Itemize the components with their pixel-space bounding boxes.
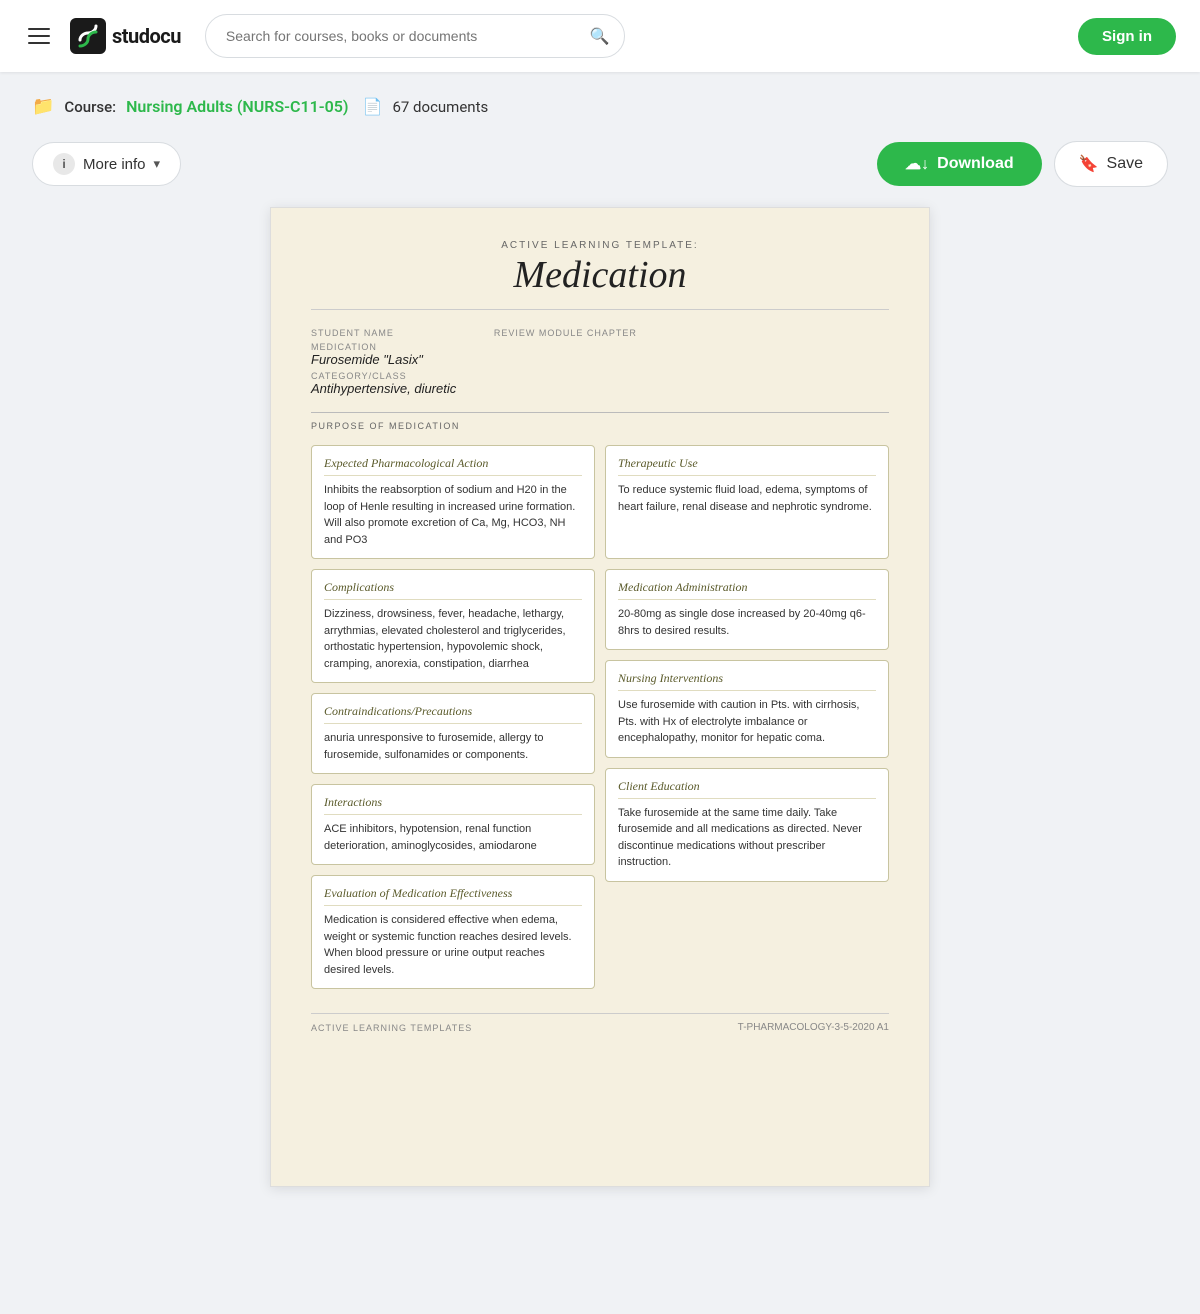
complications-card: Complications Dizziness, drowsiness, fev… (311, 569, 595, 683)
administration-card-content: 20-80mg as single dose increased by 20-4… (618, 606, 876, 639)
interactions-card-content: ACE inhibitors, hypotension, renal funct… (324, 821, 582, 854)
breadcrumb: 📁 Course: Nursing Adults (NURS-C11-05) 📄… (0, 72, 1200, 129)
administration-card: Medication Administration 20-80mg as sin… (605, 569, 889, 650)
folder-icon: 📁 (32, 96, 54, 117)
course-link[interactable]: Nursing Adults (NURS-C11-05) (126, 97, 348, 116)
client-education-card: Client Education Take furosemide at the … (605, 768, 889, 882)
pharmacological-card: Expected Pharmacological Action Inhibits… (311, 445, 595, 559)
save-button[interactable]: 🔖 Save (1054, 141, 1168, 187)
logo-link[interactable]: studocu (70, 18, 181, 54)
download-label: Download (937, 155, 1013, 173)
evaluation-card-title: Evaluation of Medication Effectiveness (324, 886, 582, 906)
site-header: studocu 🔍 Sign in (0, 0, 1200, 72)
footer-label: ACTIVE LEARNING TEMPLATES (311, 1023, 472, 1033)
client-education-card-title: Client Education (618, 779, 876, 799)
therapeutic-card: Therapeutic Use To reduce systemic fluid… (605, 445, 889, 559)
right-action-group: ☁↓ Download 🔖 Save (877, 141, 1168, 187)
download-button[interactable]: ☁↓ Download (877, 142, 1041, 186)
category-value: Antihypertensive, diuretic (311, 381, 456, 396)
bookmark-icon: 🔖 (1079, 154, 1099, 174)
nursing-interventions-card: Nursing Interventions Use furosemide wit… (605, 660, 889, 758)
pharmacological-card-title: Expected Pharmacological Action (324, 456, 582, 476)
review-module-label: REVIEW MODULE CHAPTER (494, 328, 637, 338)
client-education-card-content: Take furosemide at the same time daily. … (618, 805, 876, 871)
medication-label: MEDICATION (311, 342, 423, 352)
document-count: 67 documents (392, 98, 488, 116)
right-column: Medication Administration 20-80mg as sin… (605, 569, 889, 989)
download-icon: ☁↓ (905, 154, 929, 174)
breadcrumb-prefix: Course: (64, 98, 116, 116)
complications-card-content: Dizziness, drowsiness, fever, headache, … (324, 606, 582, 672)
category-label: CATEGORY/CLASS (311, 371, 456, 381)
evaluation-card: Evaluation of Medication Effectiveness M… (311, 875, 595, 989)
search-bar-container: 🔍 (205, 14, 626, 58)
purpose-grid: Expected Pharmacological Action Inhibits… (311, 445, 889, 559)
studocu-logo-icon (70, 18, 106, 54)
interactions-card-title: Interactions (324, 795, 582, 815)
more-info-label: More info (83, 156, 146, 173)
save-label: Save (1107, 155, 1143, 173)
student-name-label: STUDENT NAME (311, 328, 394, 338)
search-input[interactable] (205, 14, 626, 58)
action-bar: i More info ▾ ☁↓ Download 🔖 Save (0, 129, 1200, 207)
contraindications-card: Contraindications/Precautions anuria unr… (311, 693, 595, 774)
therapeutic-card-content: To reduce systemic fluid load, edema, sy… (618, 482, 876, 515)
contraindications-card-title: Contraindications/Precautions (324, 704, 582, 724)
doc-meta: STUDENT NAME REVIEW MODULE CHAPTER MEDIC… (311, 328, 889, 396)
chevron-down-icon: ▾ (154, 156, 161, 172)
contraindications-card-content: anuria unresponsive to furosemide, aller… (324, 730, 582, 763)
doc-header: ACTIVE LEARNING TEMPLATE: Medication (311, 240, 889, 310)
pharmacological-card-content: Inhibits the reabsorption of sodium and … (324, 482, 582, 548)
document-page: ACTIVE LEARNING TEMPLATE: Medication STU… (270, 207, 930, 1187)
administration-card-title: Medication Administration (618, 580, 876, 600)
sign-in-button[interactable]: Sign in (1078, 18, 1176, 55)
interactions-card: Interactions ACE inhibitors, hypotension… (311, 784, 595, 865)
section-title: PURPOSE OF MEDICATION (311, 412, 889, 435)
hamburger-menu-button[interactable] (24, 24, 54, 48)
lower-grid: Complications Dizziness, drowsiness, fev… (311, 569, 889, 989)
medication-value: Furosemide "Lasix" (311, 352, 423, 367)
left-column: Complications Dizziness, drowsiness, fev… (311, 569, 595, 989)
footer-page: T-PHARMACOLOGY-3-5-2020 A1 (738, 1022, 889, 1033)
evaluation-card-content: Medication is considered effective when … (324, 912, 582, 978)
document-area: ACTIVE LEARNING TEMPLATE: Medication STU… (0, 207, 1200, 1227)
nursing-interventions-card-title: Nursing Interventions (618, 671, 876, 691)
doc-title: Medication (311, 253, 889, 297)
document-icon: 📄 (363, 97, 383, 116)
nursing-interventions-card-content: Use furosemide with caution in Pts. with… (618, 697, 876, 747)
template-label: ACTIVE LEARNING TEMPLATE: (311, 240, 889, 251)
more-info-button[interactable]: i More info ▾ (32, 142, 181, 186)
doc-footer: ACTIVE LEARNING TEMPLATES T-PHARMACOLOGY… (311, 1013, 889, 1033)
logo-text: studocu (112, 24, 181, 48)
info-icon: i (53, 153, 75, 175)
complications-card-title: Complications (324, 580, 582, 600)
therapeutic-card-title: Therapeutic Use (618, 456, 876, 476)
